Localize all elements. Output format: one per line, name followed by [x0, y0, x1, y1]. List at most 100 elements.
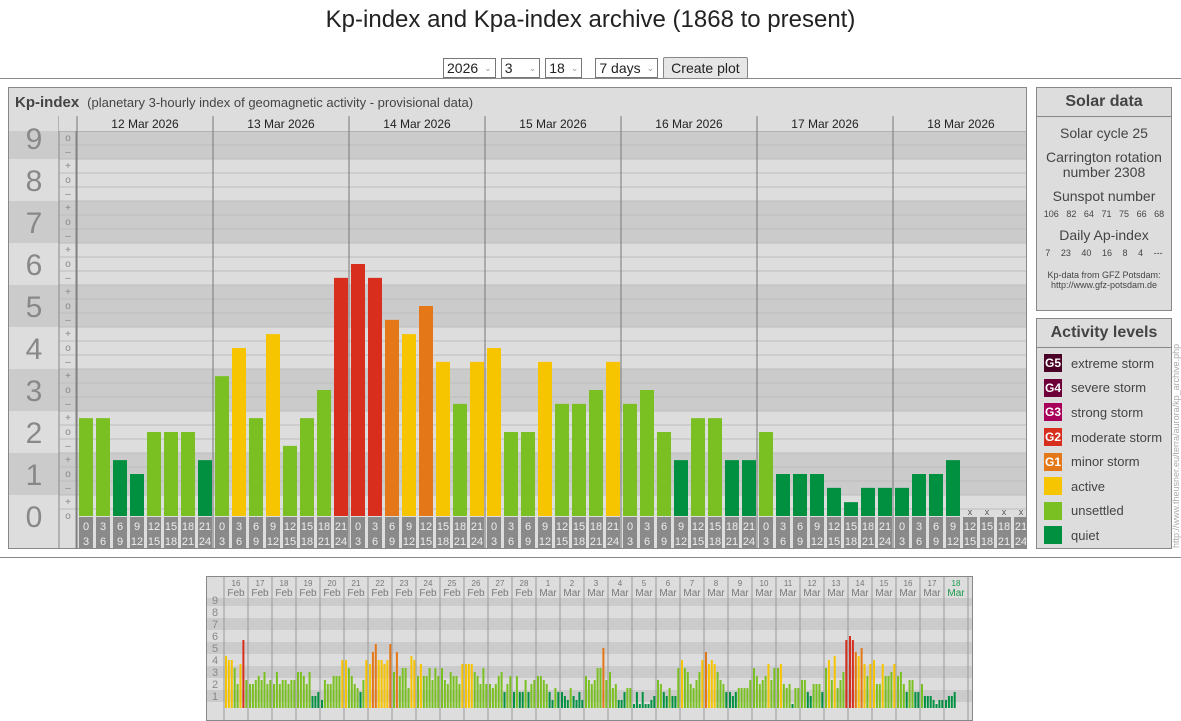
slot-label-end: 21 [998, 536, 1010, 548]
kp-bar [453, 403, 467, 516]
year-select[interactable]: 2026 ⌄ [443, 58, 496, 78]
slot-label-start: 3 [780, 521, 786, 533]
kp-mini-bar [452, 675, 455, 708]
level-label: active [1071, 478, 1105, 494]
kp-mini-bar [548, 692, 551, 708]
day-select[interactable]: 18 ⌄ [545, 58, 583, 78]
kp-mini-bar [671, 696, 674, 708]
missing-marker: x [1019, 507, 1024, 517]
slot-label-start: 0 [83, 521, 89, 533]
kp-mini-bar [791, 704, 794, 708]
y-subtick-label: o [65, 133, 71, 144]
kp-mini-bar [566, 699, 569, 708]
slot-label-end: 9 [933, 536, 939, 548]
y-subtick-label: + [65, 329, 71, 340]
slot-label-end: 12 [675, 536, 687, 548]
day-number: 6 [666, 579, 671, 588]
kp-chart-panel: Kp-index (planetary 3-hourly index of ge… [8, 87, 1027, 549]
chevron-down-icon: ⌄ [528, 62, 537, 73]
kp-mini-bar [875, 684, 878, 708]
kp-mini-bar [569, 687, 572, 708]
level-swatch [1044, 501, 1062, 520]
slot-label-start: 12 [284, 521, 296, 533]
kp-mini-bar [561, 692, 563, 708]
kp-mini-bar [764, 675, 767, 708]
slot-label-end: 24 [199, 536, 211, 548]
slot-label-end: 3 [355, 536, 361, 548]
kp-overview-chart: 12345678916Feb17Feb18Feb19Feb20Feb21Feb2… [207, 577, 972, 720]
kp-mini-bar [641, 692, 644, 708]
carrington-rotation: Carrington rotation number 2308 [1046, 149, 1162, 180]
slot-label-end: 9 [253, 536, 259, 548]
month-label: Mar [851, 588, 869, 599]
grid-band [9, 285, 1026, 327]
y-tick-label: 2 [212, 679, 218, 691]
sunspot-value: 68 [1154, 209, 1165, 219]
day-number: 13 [832, 579, 841, 588]
chevron-down-icon: ⌄ [484, 62, 492, 73]
slot-label-end: 3 [899, 536, 905, 548]
create-plot-button[interactable]: Create plot [663, 57, 748, 79]
day-number: 17 [928, 579, 937, 588]
kp-bar [776, 474, 790, 516]
kp-bar [827, 487, 841, 516]
kp-mini-bar [677, 668, 680, 708]
y-tick-label: 6 [212, 631, 218, 643]
kp-mini-bar [485, 684, 488, 708]
slot-label-start: 9 [270, 521, 276, 533]
slot-label-end: 21 [318, 536, 330, 548]
kp-mini-bar [710, 660, 713, 708]
kp-bar [946, 460, 960, 516]
slot-label-start: 18 [590, 521, 602, 533]
slot-label-start: 0 [491, 521, 497, 533]
kp-mini-bar [410, 656, 413, 708]
slot-label-start: 9 [814, 521, 820, 533]
kp-bar [674, 460, 688, 516]
slot-label-end: 24 [335, 536, 347, 548]
y-tick-label: 7 [26, 207, 43, 240]
kp-bar [895, 487, 909, 516]
kp-mini-bar [893, 663, 896, 708]
kp-mini-bar [341, 660, 344, 708]
source-link[interactable]: http://www.gfz-potsdam.de [1037, 280, 1171, 290]
kp-mini-bar [353, 684, 356, 708]
slot-label-start: 12 [692, 521, 704, 533]
day-number: 7 [690, 579, 695, 588]
slot-label-start: 21 [743, 521, 755, 533]
level-label: moderate storm [1071, 429, 1163, 445]
kp-mini-bar [542, 680, 545, 708]
kp-mini-bar [722, 684, 725, 708]
y-subtick-label: – [65, 441, 71, 452]
kp-mini-bar [401, 668, 404, 708]
kp-mini-bar [509, 675, 512, 708]
activity-level-item: unsettled [1037, 499, 1171, 524]
slot-label-end: 21 [182, 536, 194, 548]
kp-mini-bar [692, 687, 695, 708]
kp-mini-bar [644, 704, 647, 708]
day-label: 17 Mar 2026 [791, 117, 859, 131]
slot-label-start: 15 [437, 521, 449, 533]
kp-bar [419, 306, 433, 516]
kp-mini-bar [926, 696, 929, 708]
grid-band [207, 598, 972, 606]
kp-mini-bar [479, 684, 482, 708]
slot-label-start: 6 [661, 521, 667, 533]
y-tick-label: 0 [26, 501, 43, 534]
slot-label-start: 6 [797, 521, 803, 533]
kp-mini-bar [707, 663, 710, 708]
slot-label-start: 0 [899, 521, 905, 533]
kp-mini-bar [869, 663, 872, 708]
kp-mini-bar [779, 663, 782, 708]
kp-bar [317, 390, 331, 516]
month-label: Mar [803, 588, 821, 599]
kp-bar [521, 432, 535, 516]
month-label: Feb [443, 588, 461, 599]
y-tick-label: 1 [212, 691, 218, 703]
day-number: 28 [520, 579, 529, 588]
y-tick-label: 8 [212, 607, 218, 619]
range-select[interactable]: 7 days ⌄ [595, 58, 659, 78]
slot-label-start: 18 [454, 521, 466, 533]
month-select[interactable]: 3 ⌄ [500, 58, 541, 78]
kp-mini-bar [572, 696, 575, 708]
slot-label-start: 6 [117, 521, 123, 533]
